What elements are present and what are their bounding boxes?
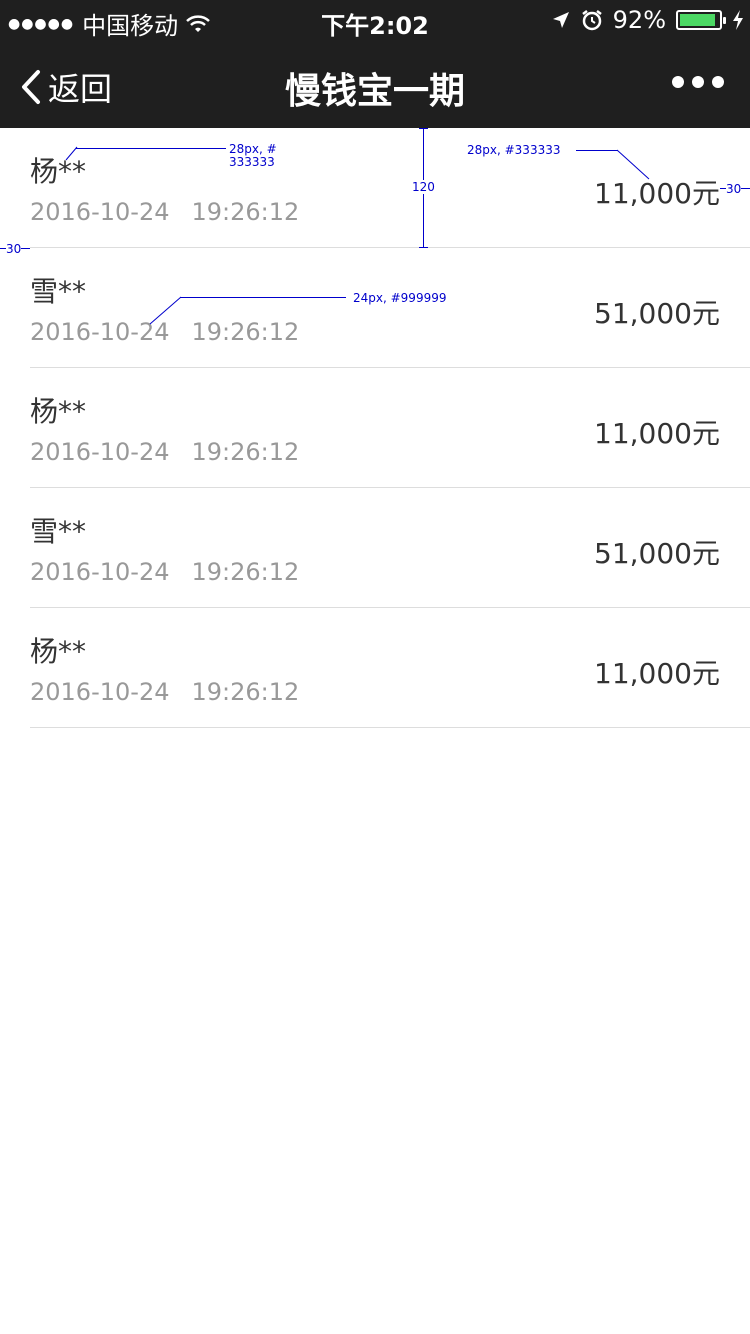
more-dot xyxy=(692,76,704,88)
record-row[interactable]: 杨** 2016-10-24 19:26:12 11,000元 xyxy=(30,368,750,488)
spec-leader-line xyxy=(65,146,78,161)
spec-left-padding-label: 30 xyxy=(6,242,22,256)
battery-icon xyxy=(676,10,726,30)
record-time: 19:26:12 xyxy=(191,558,300,586)
charging-icon xyxy=(733,10,743,30)
battery-tip xyxy=(723,17,726,24)
investor-name: 雪** xyxy=(30,275,87,308)
status-right: 92% xyxy=(551,6,744,34)
battery-percent: 92% xyxy=(612,6,666,34)
spec-amount-font-label: 28px, #333333 xyxy=(467,143,561,157)
spec-leader-line xyxy=(616,149,650,180)
record-amount: 11,000元 xyxy=(594,657,720,690)
record-datetime: 2016-10-24 19:26:12 xyxy=(30,558,299,586)
record-time: 19:26:12 xyxy=(191,678,300,706)
record-datetime: 2016-10-24 19:26:12 xyxy=(30,438,299,466)
spec-name-font-label: 28px, # xyxy=(229,142,277,156)
nav-bar: 返回 慢钱宝一期 xyxy=(0,40,750,128)
record-time: 19:26:12 xyxy=(191,438,300,466)
record-row[interactable]: 雪** 2016-10-24 19:26:12 51,000元 xyxy=(30,488,750,608)
record-date: 2016-10-24 xyxy=(30,438,170,466)
spec-leader-line xyxy=(576,150,618,151)
status-bar: ●●●●● 中国移动 下午2:02 92% xyxy=(0,0,750,40)
record-amount: 11,000元 xyxy=(594,417,720,450)
spec-row-height-label: 120 xyxy=(412,180,435,194)
record-row[interactable]: 杨** 2016-10-24 19:26:12 11,000元 xyxy=(30,608,750,728)
battery-fill xyxy=(680,14,715,26)
more-dot xyxy=(672,76,684,88)
more-button[interactable] xyxy=(672,76,724,88)
spec-right-padding-label: 30 xyxy=(726,182,742,196)
record-amount: 51,000元 xyxy=(594,537,720,570)
more-dot xyxy=(712,76,724,88)
spec-leader-line xyxy=(149,296,182,325)
spec-name-color-label: 333333 xyxy=(229,155,275,169)
record-datetime: 2016-10-24 19:26:12 xyxy=(30,198,299,226)
spec-leader-line xyxy=(76,148,226,149)
record-date: 2016-10-24 xyxy=(30,198,170,226)
record-date: 2016-10-24 xyxy=(30,678,170,706)
spec-tick xyxy=(419,128,428,129)
record-time: 19:26:12 xyxy=(191,318,300,346)
alarm-icon xyxy=(581,10,602,31)
record-amount: 51,000元 xyxy=(594,297,720,330)
record-row[interactable]: 雪** 2016-10-24 19:26:12 51,000元 xyxy=(30,248,750,368)
investor-name: 杨** xyxy=(30,635,87,668)
spec-tick xyxy=(419,247,428,248)
record-date: 2016-10-24 xyxy=(30,558,170,586)
investment-record-list: 杨** 2016-10-24 19:26:12 11,000元 雪** 2016-… xyxy=(0,128,750,728)
investor-name: 雪** xyxy=(30,515,87,548)
record-amount: 11,000元 xyxy=(594,177,720,210)
investor-name: 杨** xyxy=(30,395,87,428)
spec-leader-line xyxy=(180,297,346,298)
record-datetime: 2016-10-24 19:26:12 xyxy=(30,678,299,706)
record-row[interactable]: 杨** 2016-10-24 19:26:12 11,000元 xyxy=(30,128,750,248)
location-icon xyxy=(552,12,569,28)
spec-date-font-label: 24px, #999999 xyxy=(353,291,447,305)
page-title: 慢钱宝一期 xyxy=(284,71,465,112)
record-time: 19:26:12 xyxy=(191,198,300,226)
